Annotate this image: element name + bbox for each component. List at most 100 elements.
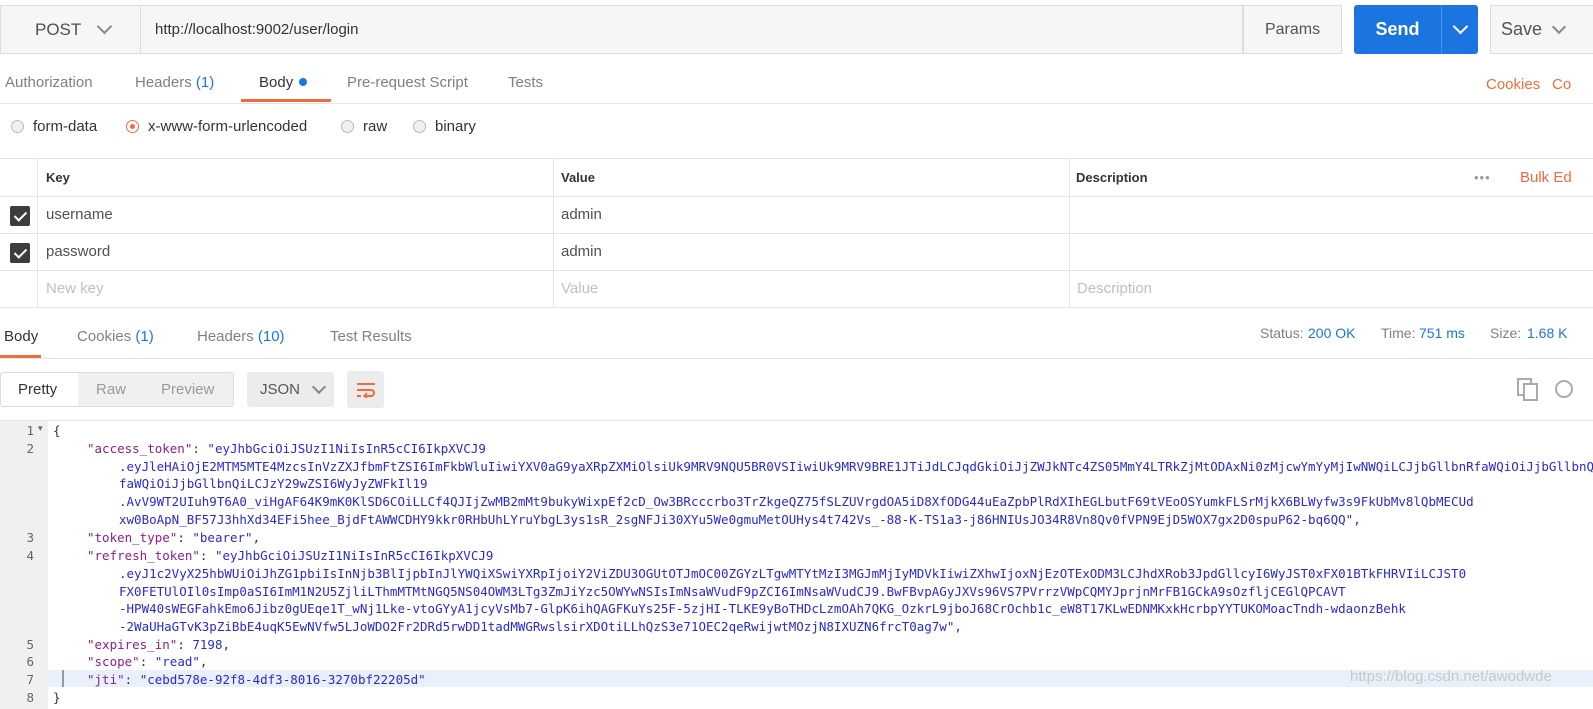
row-checkbox[interactable] xyxy=(10,243,30,263)
wrap-lines-button[interactable] xyxy=(347,371,384,408)
modified-dot-icon xyxy=(299,78,308,86)
json-key: "refresh_token" xyxy=(87,548,200,563)
chevron-down-icon xyxy=(1551,19,1567,35)
format-label: JSON xyxy=(260,381,301,398)
view-raw-button[interactable]: Raw xyxy=(96,381,126,398)
table-header-border xyxy=(0,196,1593,197)
json-key: "scope" xyxy=(87,654,140,669)
column-divider xyxy=(553,158,554,307)
save-button[interactable]: Save xyxy=(1490,5,1593,54)
line-number: 5 xyxy=(26,637,34,652)
tab-authorization[interactable]: Authorization xyxy=(5,74,93,91)
json-key: "access_token" xyxy=(87,441,193,456)
tab-body[interactable]: Body xyxy=(259,74,308,91)
value-cell[interactable]: admin xyxy=(561,196,602,233)
tab-headers-label: Headers xyxy=(135,74,192,91)
chevron-down-icon xyxy=(311,379,327,395)
tab-tests[interactable]: Tests xyxy=(508,74,543,91)
tab-label: Headers xyxy=(197,328,254,345)
checkmark-icon xyxy=(13,244,27,259)
response-tab-body[interactable]: Body xyxy=(4,328,38,345)
copy-icon[interactable] xyxy=(1517,378,1539,406)
params-button[interactable]: Params xyxy=(1243,5,1342,54)
url-value: http://localhost:9002/user/login xyxy=(155,21,359,38)
time-value[interactable]: 751 ms xyxy=(1419,325,1465,341)
tab-count: (10) xyxy=(257,328,285,345)
json-string: faWQiOiJjbGllbnQiLCJzY29wZSI6WyJyZWFkIl1… xyxy=(119,476,428,491)
json-string: FX0FETUlOIl0sImp0aSI6ImM1N2U5ZjliLThmMTM… xyxy=(119,584,1346,599)
format-select[interactable]: JSON xyxy=(247,372,334,407)
tab-label: Cookies xyxy=(77,328,132,345)
new-key-input[interactable]: New key xyxy=(46,270,104,307)
key-cell[interactable]: password xyxy=(46,233,110,270)
radio-x-www-form-urlencoded[interactable]: x-www-form-urlencoded xyxy=(126,118,307,135)
json-string: .AvV9WT2UIuh9T6A0_viHgAF64K9mK0KlSD6COiL… xyxy=(119,494,1474,509)
cookies-link[interactable]: Cookies xyxy=(1486,76,1540,93)
status-label: Status: xyxy=(1260,325,1304,341)
tab-prerequest-script[interactable]: Pre-request Script xyxy=(347,74,468,91)
value-cell[interactable]: admin xyxy=(561,233,602,270)
json-string: .eyJleHAiOjE2MTM5MTE4MzcsInVzZXJfbmFtZSI… xyxy=(119,459,1593,474)
bulk-edit-link[interactable]: Bulk Ed xyxy=(1520,158,1572,196)
radio-label: form-data xyxy=(33,118,98,135)
more-options-icon[interactable]: ••• xyxy=(1474,158,1491,196)
response-tab-headers[interactable]: Headers (10) xyxy=(197,328,285,345)
method-label: POST xyxy=(35,19,82,39)
response-tab-cookies[interactable]: Cookies (1) xyxy=(77,328,154,345)
key-cell[interactable]: username xyxy=(46,196,113,233)
save-label: Save xyxy=(1501,19,1543,39)
status-value[interactable]: 200 OK xyxy=(1308,325,1355,341)
line-number: 1 xyxy=(26,423,34,438)
method-select[interactable]: POST xyxy=(0,5,141,54)
radio-circle-icon xyxy=(11,120,24,133)
json-string: .eyJ1c2VyX25hbWUiOiJhZG1pbiIsInNjb3BlIjp… xyxy=(119,566,1467,581)
json-string: "read" xyxy=(154,654,200,669)
tab-count: (1) xyxy=(135,328,154,345)
checkmark-icon xyxy=(13,207,27,222)
view-preview-button[interactable]: Preview xyxy=(161,381,214,398)
send-options-button[interactable] xyxy=(1441,5,1478,54)
url-input[interactable]: http://localhost:9002/user/login xyxy=(141,5,1243,54)
divider xyxy=(0,103,1593,104)
size-value[interactable]: 1.68 K xyxy=(1527,325,1567,341)
new-value-input[interactable]: Value xyxy=(561,270,598,307)
radio-label: binary xyxy=(435,118,476,135)
response-tab-test-results[interactable]: Test Results xyxy=(330,328,412,345)
radio-label: x-www-form-urlencoded xyxy=(148,118,308,135)
code-link[interactable]: Co xyxy=(1552,76,1571,93)
send-button[interactable]: Send xyxy=(1354,5,1441,54)
active-tab-indicator xyxy=(241,99,331,102)
fold-arrow-icon[interactable]: ▾ xyxy=(38,423,43,434)
radio-raw[interactable]: raw xyxy=(341,118,387,135)
radio-form-data[interactable]: form-data xyxy=(11,118,97,135)
line-number: 4 xyxy=(26,548,34,563)
radio-binary[interactable]: binary xyxy=(413,118,476,135)
json-string: "cebd578e-92f8-4df3-8016-3270bf22205d" xyxy=(139,672,426,687)
json-line: "expires_in": 7198, xyxy=(87,637,231,652)
row-border xyxy=(0,233,1593,234)
column-header-value: Value xyxy=(561,169,595,185)
tab-headers[interactable]: Headers (1) xyxy=(135,74,214,91)
json-line: "access_token": "eyJhbGciOiJSUzI1NiIsInR… xyxy=(87,441,486,456)
tab-headers-count: (1) xyxy=(195,74,215,91)
radio-circle-icon xyxy=(341,120,354,133)
new-description-input[interactable]: Description xyxy=(1077,270,1152,307)
row-border xyxy=(0,270,1593,271)
row-checkbox[interactable] xyxy=(10,206,30,226)
column-divider xyxy=(1069,158,1070,307)
search-icon[interactable] xyxy=(1553,378,1575,406)
json-line: "scope": "read", xyxy=(87,654,208,669)
column-divider xyxy=(37,158,38,307)
table-top-border xyxy=(0,158,1593,159)
time-label: Time: xyxy=(1381,325,1416,341)
divider xyxy=(0,420,1593,421)
json-key: "token_type" xyxy=(87,530,178,545)
json-string: "bearer" xyxy=(192,530,253,545)
json-string: -HPW40sWEGFahkEmo6Jibz0gUEqe1T_wNj1Lke-v… xyxy=(119,601,1406,616)
line-number: 7 xyxy=(26,672,34,687)
divider xyxy=(0,358,1593,359)
view-pretty-button[interactable]: Pretty xyxy=(18,381,57,398)
watermark: https://blog.csdn.net/awodwde xyxy=(1350,668,1552,685)
json-key: "jti" xyxy=(87,672,125,687)
size-label: Size: xyxy=(1490,325,1522,341)
